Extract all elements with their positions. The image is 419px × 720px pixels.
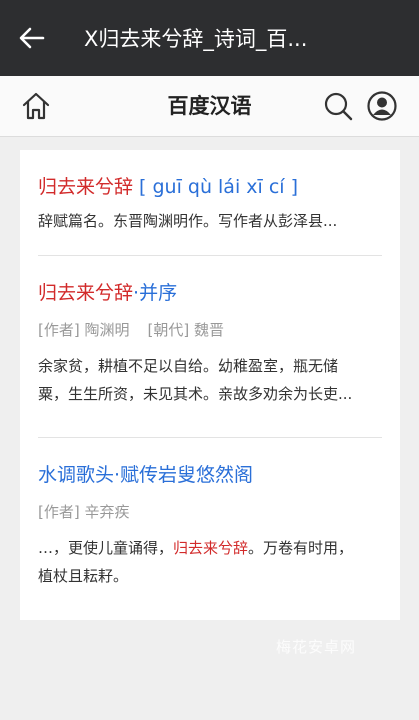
- result-title-blue: 并序: [139, 282, 178, 304]
- search-icon: [324, 92, 353, 121]
- top-bar: X归去来兮辞_诗词_百...: [0, 0, 419, 76]
- back-button[interactable]: [0, 0, 64, 76]
- result-title[interactable]: 归去来兮辞[ guī qù lái xī cí ]: [38, 172, 382, 199]
- author-label: [作者] 陶渊明: [38, 321, 130, 339]
- result-item[interactable]: 水调歌头·赋传岩叟悠然阁 [作者] 辛弃疾 …，更使儿童诵得，归去来兮辞。万卷有…: [38, 460, 382, 590]
- result-item[interactable]: 归去来兮辞[ guī qù lái xī cí ] 辞赋篇名。东晋陶渊明作。写作…: [38, 172, 382, 235]
- app-title: 百度汉语: [167, 94, 252, 118]
- description-text: …，更使儿童诵得，: [38, 539, 174, 557]
- result-title[interactable]: 归去来兮辞·并序: [38, 278, 382, 305]
- watermark: 梅花安卓网: [276, 638, 357, 656]
- description-line: 余家贫，耕植不足以自给。幼稚盈室，瓶无储: [38, 357, 339, 375]
- search-button[interactable]: [322, 90, 354, 122]
- result-title-text: 归去来兮辞: [38, 176, 134, 198]
- back-arrow-icon: [19, 27, 45, 49]
- result-description: 辞赋篇名。东晋陶渊明作。写作者从彭泽县...: [38, 212, 338, 230]
- result-title[interactable]: 水调歌头·赋传岩叟悠然阁: [38, 460, 382, 487]
- description-line: …，更使儿童诵得，归去来兮辞。万卷有时用，: [38, 534, 382, 562]
- page-title: X归去来兮辞_诗词_百...: [84, 27, 308, 51]
- results-card: 归去来兮辞[ guī qù lái xī cí ] 辞赋篇名。东晋陶渊明作。写作…: [20, 150, 400, 620]
- description-line: 植杖且耘耔。: [38, 567, 129, 585]
- result-description: 余家贫，耕植不足以自给。幼稚盈室，瓶无储 粟，生生所资，未见其术。亲故多劝余为长…: [38, 352, 382, 408]
- divider: [38, 437, 382, 438]
- result-meta: [作者] 陶渊明 [朝代] 魏晋: [38, 319, 382, 340]
- description-text: 。万卷有时用，: [248, 539, 354, 557]
- description-line: 粟，生生所资，未见其术。亲故多劝余为长吏...: [38, 385, 353, 403]
- result-item[interactable]: 归去来兮辞·并序 [作者] 陶渊明 [朝代] 魏晋 余家贫，耕植不足以自给。幼稚盈…: [38, 278, 382, 408]
- highlighted-keyword: 归去来兮辞: [173, 539, 249, 557]
- user-icon: [367, 91, 397, 121]
- result-title-red: 归去来兮辞: [38, 282, 134, 304]
- pinyin-text: [ guī qù lái xī cí ]: [139, 176, 299, 198]
- divider: [38, 255, 382, 256]
- author-label: [作者] 辛弃疾: [38, 503, 130, 521]
- result-description: …，更使儿童诵得，归去来兮辞。万卷有时用， 植杖且耘耔。: [38, 534, 382, 590]
- user-button[interactable]: [366, 90, 398, 122]
- dynasty-label: [朝代] 魏晋: [147, 321, 224, 339]
- nav-bar: 百度汉语: [0, 76, 419, 137]
